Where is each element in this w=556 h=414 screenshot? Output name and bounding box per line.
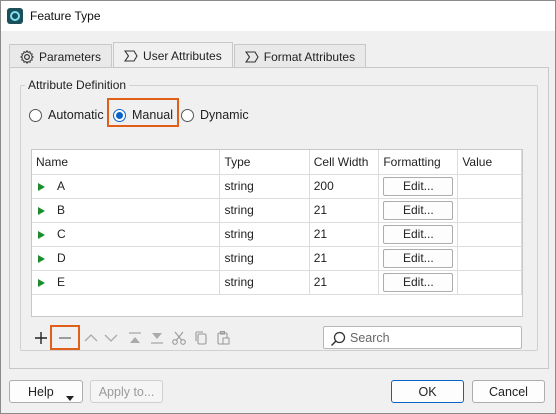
name-value: D [57, 251, 66, 265]
attribute-definition-label: Attribute Definition [25, 78, 130, 92]
row-expand-arrow-icon[interactable] [38, 230, 45, 239]
radio-automatic[interactable]: Automatic [29, 105, 104, 125]
table-row[interactable]: B string 21 Edit... [32, 198, 522, 223]
attributes-table: Name Type Cell Width Formatting Value A … [31, 149, 523, 317]
name-cell[interactable]: B [32, 198, 221, 223]
type-cell[interactable]: string [219, 270, 310, 295]
formatting-cell: Edit... [378, 198, 459, 223]
value-cell[interactable] [457, 222, 522, 247]
radio-indicator [181, 108, 194, 122]
tab-format-attributes[interactable]: Format Attributes [233, 44, 367, 68]
cell-width-cell[interactable]: 21 [309, 270, 380, 295]
value-cell[interactable] [457, 198, 522, 223]
radio-indicator [29, 108, 42, 122]
add-icon[interactable] [31, 327, 51, 349]
paste-icon[interactable] [213, 327, 233, 349]
row-expand-arrow-icon[interactable] [38, 206, 45, 215]
cut-icon[interactable] [169, 327, 189, 349]
help-button-label: Help [28, 384, 54, 399]
apply-to-button[interactable]: Apply to... [90, 380, 163, 403]
title-bar: Feature Type [1, 1, 555, 31]
formatting-cell: Edit... [378, 174, 459, 199]
sigma-icon [244, 50, 259, 63]
edit-formatting-button[interactable]: Edit... [383, 248, 454, 268]
chevron-down-icon [66, 390, 74, 404]
formatting-cell: Edit... [378, 270, 459, 295]
radio-dynamic[interactable]: Dynamic [181, 105, 249, 125]
name-cell[interactable]: A [32, 174, 221, 199]
type-cell[interactable]: string [219, 246, 310, 271]
row-expand-arrow-icon[interactable] [38, 278, 45, 287]
name-value: B [57, 203, 66, 217]
edit-formatting-button[interactable]: Edit... [383, 272, 454, 292]
edit-formatting-button[interactable]: Edit... [383, 224, 454, 244]
name-cell[interactable]: D [32, 246, 221, 271]
table-row[interactable]: E string 21 Edit... [32, 270, 522, 295]
move-to-top-icon[interactable] [125, 327, 145, 349]
help-button[interactable]: Help [9, 380, 83, 403]
remove-icon[interactable] [55, 327, 75, 349]
ok-button[interactable]: OK [391, 380, 464, 403]
type-cell[interactable]: string [219, 222, 310, 247]
radio-manual-label: Manual [132, 108, 173, 122]
table-row[interactable]: A string 200 Edit... [32, 174, 522, 199]
edit-formatting-button[interactable]: Edit... [383, 200, 454, 220]
name-cell[interactable]: E [32, 270, 221, 295]
search-input[interactable] [350, 329, 518, 346]
row-expand-arrow-icon[interactable] [38, 254, 45, 263]
name-value: C [57, 227, 66, 241]
radio-manual[interactable]: Manual [113, 105, 173, 125]
column-header-cell-width[interactable]: Cell Width [309, 150, 380, 175]
sigma-icon [124, 49, 138, 62]
move-up-icon[interactable] [81, 327, 101, 349]
formatting-cell: Edit... [378, 246, 459, 271]
name-value: E [57, 275, 66, 289]
search-box[interactable] [323, 326, 522, 349]
type-cell[interactable]: string [219, 198, 310, 223]
move-down-icon[interactable] [101, 327, 121, 349]
tab-user-attributes-label: User Attributes [143, 48, 222, 63]
radio-indicator-selected [113, 108, 126, 122]
cancel-button[interactable]: Cancel [472, 380, 545, 403]
radio-dynamic-label: Dynamic [200, 108, 249, 122]
value-cell[interactable] [457, 174, 522, 199]
window-title: Feature Type [30, 9, 101, 23]
move-to-bottom-icon[interactable] [147, 327, 167, 349]
table-row[interactable]: D string 21 Edit... [32, 246, 522, 271]
column-header-name[interactable]: Name [32, 150, 221, 175]
cell-width-cell[interactable]: 200 [309, 174, 380, 199]
formatting-cell: Edit... [378, 222, 459, 247]
tab-user-attributes[interactable]: User Attributes [113, 42, 233, 68]
name-value: A [57, 179, 66, 193]
type-cell[interactable]: string [219, 174, 310, 199]
copy-icon[interactable] [191, 327, 211, 349]
column-header-value[interactable]: Value [457, 150, 522, 175]
cell-width-cell[interactable]: 21 [309, 222, 380, 247]
table-row[interactable]: C string 21 Edit... [32, 222, 522, 247]
app-icon [7, 8, 23, 24]
tab-parameters[interactable]: Parameters [9, 44, 113, 68]
tab-format-attributes-label: Format Attributes [263, 49, 356, 64]
tab-parameters-label: Parameters [39, 49, 102, 64]
cell-width-cell[interactable]: 21 [309, 198, 380, 223]
feature-type-dialog: Feature Type Parameters User Attributes [0, 0, 556, 414]
column-header-formatting[interactable]: Formatting [378, 150, 459, 175]
gear-icon [20, 49, 34, 64]
row-expand-arrow-icon[interactable] [38, 182, 45, 191]
value-cell[interactable] [457, 270, 522, 295]
radio-automatic-label: Automatic [48, 108, 104, 122]
value-cell[interactable] [457, 246, 522, 271]
cell-width-cell[interactable]: 21 [309, 246, 380, 271]
tab-strip: Parameters User Attributes Format Attrib… [9, 42, 367, 68]
attributes-grid: Name Type Cell Width Formatting Value A … [32, 150, 522, 295]
table-header-row: Name Type Cell Width Formatting Value [32, 150, 522, 175]
edit-formatting-button[interactable]: Edit... [383, 176, 454, 196]
name-cell[interactable]: C [32, 222, 221, 247]
column-header-type[interactable]: Type [219, 150, 310, 175]
